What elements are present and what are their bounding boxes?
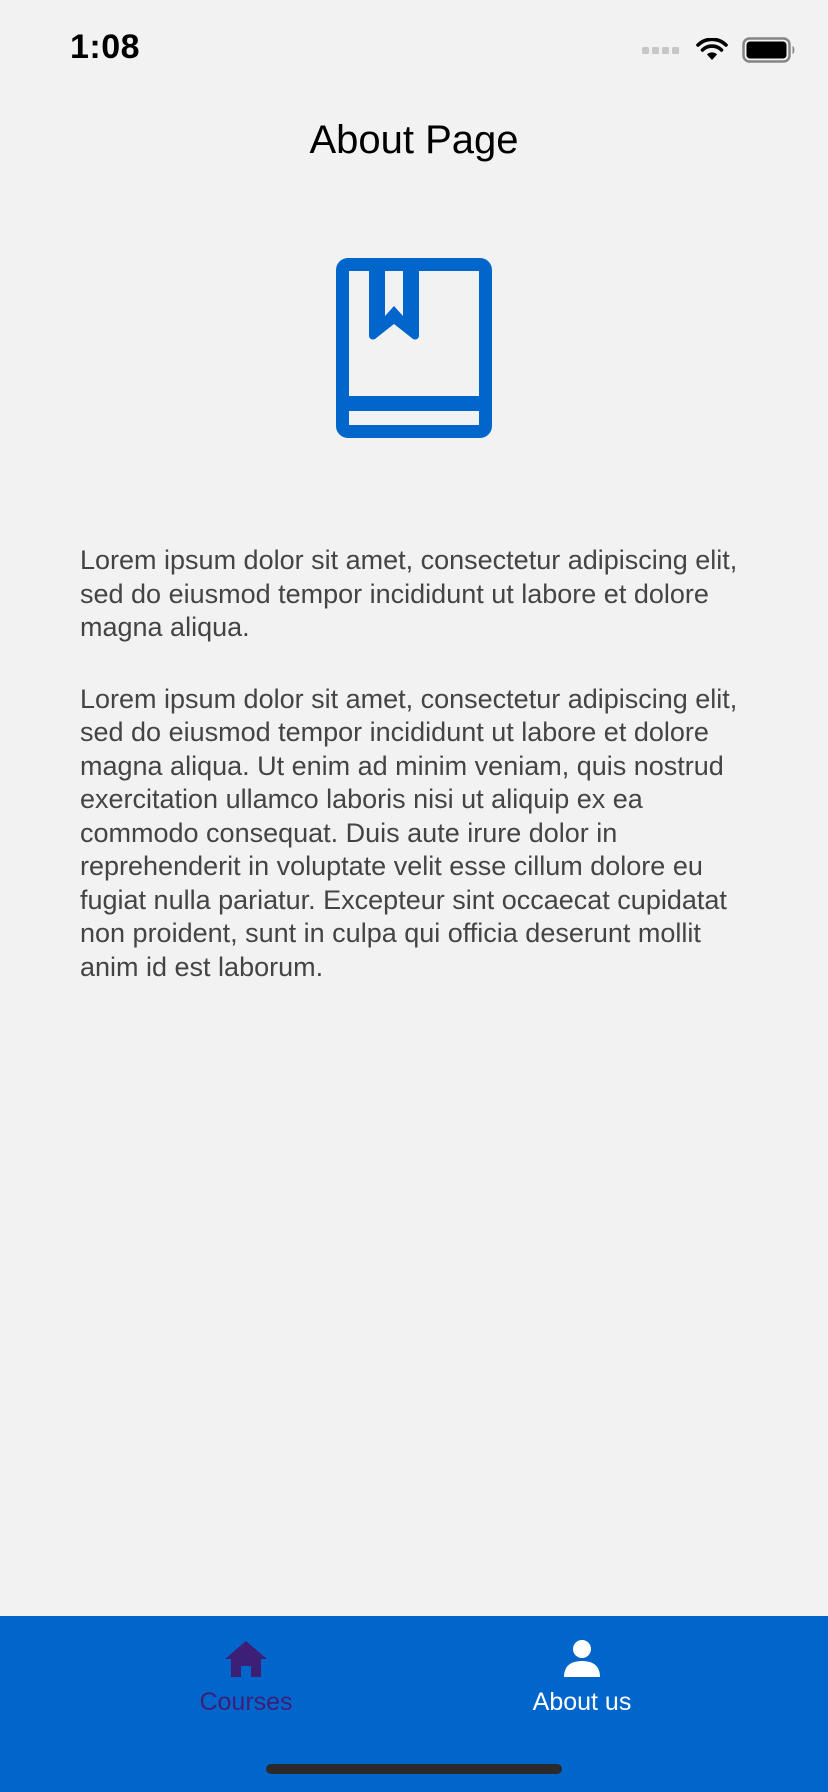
body-paragraph: Lorem ipsum dolor sit amet, consectetur … [80,683,738,982]
battery-icon [742,37,795,63]
intro-paragraph: Lorem ipsum dolor sit amet, consectetur … [80,545,738,642]
person-icon [564,1640,600,1677]
home-indicator [266,1764,562,1774]
book-bookmark-icon [336,258,492,438]
about-content: Lorem ipsum dolor sit amet, consectetur … [80,544,760,1022]
status-bar: 1:08 [0,0,828,100]
home-icon [225,1641,267,1677]
tab-about-us-label: About us [532,1688,632,1716]
cellular-signal-icon [642,47,679,54]
status-icons [642,36,796,64]
tab-courses-label: Courses [199,1688,293,1716]
page-title: About Page [309,118,519,162]
tab-courses[interactable]: Courses [146,1636,346,1736]
status-time: 1:08 [70,28,141,66]
tab-about-us[interactable]: About us [482,1636,682,1736]
wifi-icon [696,38,728,60]
